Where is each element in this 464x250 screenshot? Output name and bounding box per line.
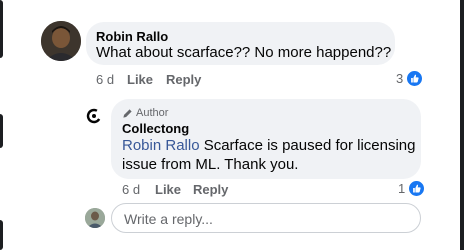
edge-shape — [0, 220, 3, 250]
right-edge-artifact — [460, 0, 464, 250]
like-icon — [408, 180, 426, 197]
reaction-count: 3 — [396, 71, 404, 86]
comment-author[interactable]: Robin Rallo — [96, 29, 168, 44]
left-edge-artifact — [0, 0, 4, 250]
page-avatar[interactable] — [86, 108, 102, 124]
reply-text-line: issue from ML. Thank you. — [122, 156, 299, 173]
reaction-summary[interactable]: 1 — [398, 180, 426, 197]
current-user-avatar — [85, 208, 105, 228]
reaction-count: 1 — [398, 181, 406, 196]
reaction-summary[interactable]: 3 — [396, 70, 424, 87]
comment-bubble: Robin Rallo What about scarface?? No mor… — [86, 22, 395, 65]
avatar-photo — [41, 21, 81, 61]
pencil-icon — [123, 108, 132, 118]
edge-shape — [0, 0, 3, 58]
author-badge-label: Author — [136, 107, 169, 119]
reply-button[interactable]: Reply — [166, 72, 201, 87]
comment-text: What about scarface?? No more happend?? — [96, 44, 392, 61]
reply-button[interactable]: Reply — [193, 182, 228, 197]
reply-input[interactable]: Write a reply... — [111, 203, 421, 233]
mention-link[interactable]: Robin Rallo — [122, 137, 200, 154]
comment-actions: 6 d Like Reply — [96, 72, 416, 90]
reply-text-line: Robin Rallo Scarface is paused for licen… — [122, 137, 416, 154]
author-badge: Author — [122, 107, 168, 119]
like-icon — [406, 70, 424, 87]
reply-bubble: Author Collectong Robin Rallo Scarface i… — [111, 99, 421, 179]
avatar[interactable] — [41, 21, 81, 61]
collectong-logo-icon — [86, 108, 102, 124]
like-button[interactable]: Like — [155, 182, 181, 197]
like-button[interactable]: Like — [127, 72, 153, 87]
reply-author[interactable]: Collectong — [122, 121, 189, 136]
reply-text: Scarface is paused for licensing — [199, 137, 416, 154]
avatar-photo — [85, 208, 105, 228]
edge-shape — [0, 114, 3, 148]
reply-input-placeholder: Write a reply... — [124, 211, 213, 227]
reply-time[interactable]: 6 d — [122, 182, 140, 197]
comment-time[interactable]: 6 d — [96, 72, 114, 87]
reply-actions: 6 d Like Reply — [122, 182, 422, 200]
